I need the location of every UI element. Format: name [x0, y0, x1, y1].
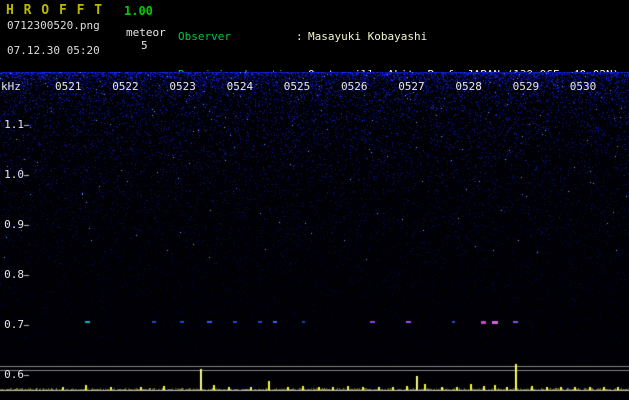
time-tick-label: 0523 [169, 80, 196, 93]
output-filename: 0712300520.png [7, 19, 100, 32]
time-tick-label: 0522 [112, 80, 139, 93]
time-tick-label: 0530 [569, 80, 597, 93]
app-title: H R O F F T [6, 3, 104, 18]
freq-tick-label: 0.8 [4, 268, 24, 281]
time-tick-label: 0528 [455, 80, 482, 93]
freq-tick-label: 0.6 [4, 368, 24, 381]
freq-tick-label: 0.7 [4, 318, 24, 331]
meteor-count: 5 [141, 39, 148, 52]
spectrogram-canvas [0, 72, 629, 400]
time-tick-label: 0527 [398, 80, 425, 93]
mode-label: meteor [126, 26, 166, 39]
freq-tick-label: 0.9 [4, 218, 24, 231]
freq-tick-label: 1.1 [4, 118, 24, 131]
time-tick-label: 0526 [341, 80, 368, 93]
observation-timestamp: 07.12.30 05:20 [7, 44, 100, 57]
info-separator: : [296, 30, 303, 43]
info-row-observer: Observer : Masayuki Kobayashi [178, 30, 619, 44]
info-label: Observer [178, 30, 231, 43]
freq-unit-label: kHz [1, 80, 21, 93]
freq-tick-label: 1.0 [4, 168, 24, 181]
time-tick-label: 0525 [283, 80, 311, 93]
time-tick-label: 0521 [55, 80, 82, 93]
time-tick-label: 0524 [226, 80, 254, 93]
time-tick-label: 0529 [512, 80, 540, 93]
info-value: Masayuki Kobayashi [308, 30, 428, 43]
hrofft-screen: H R O F F T 1.00 0712300520.png meteor 5… [0, 0, 629, 400]
app-version: 1.00 [124, 4, 153, 18]
